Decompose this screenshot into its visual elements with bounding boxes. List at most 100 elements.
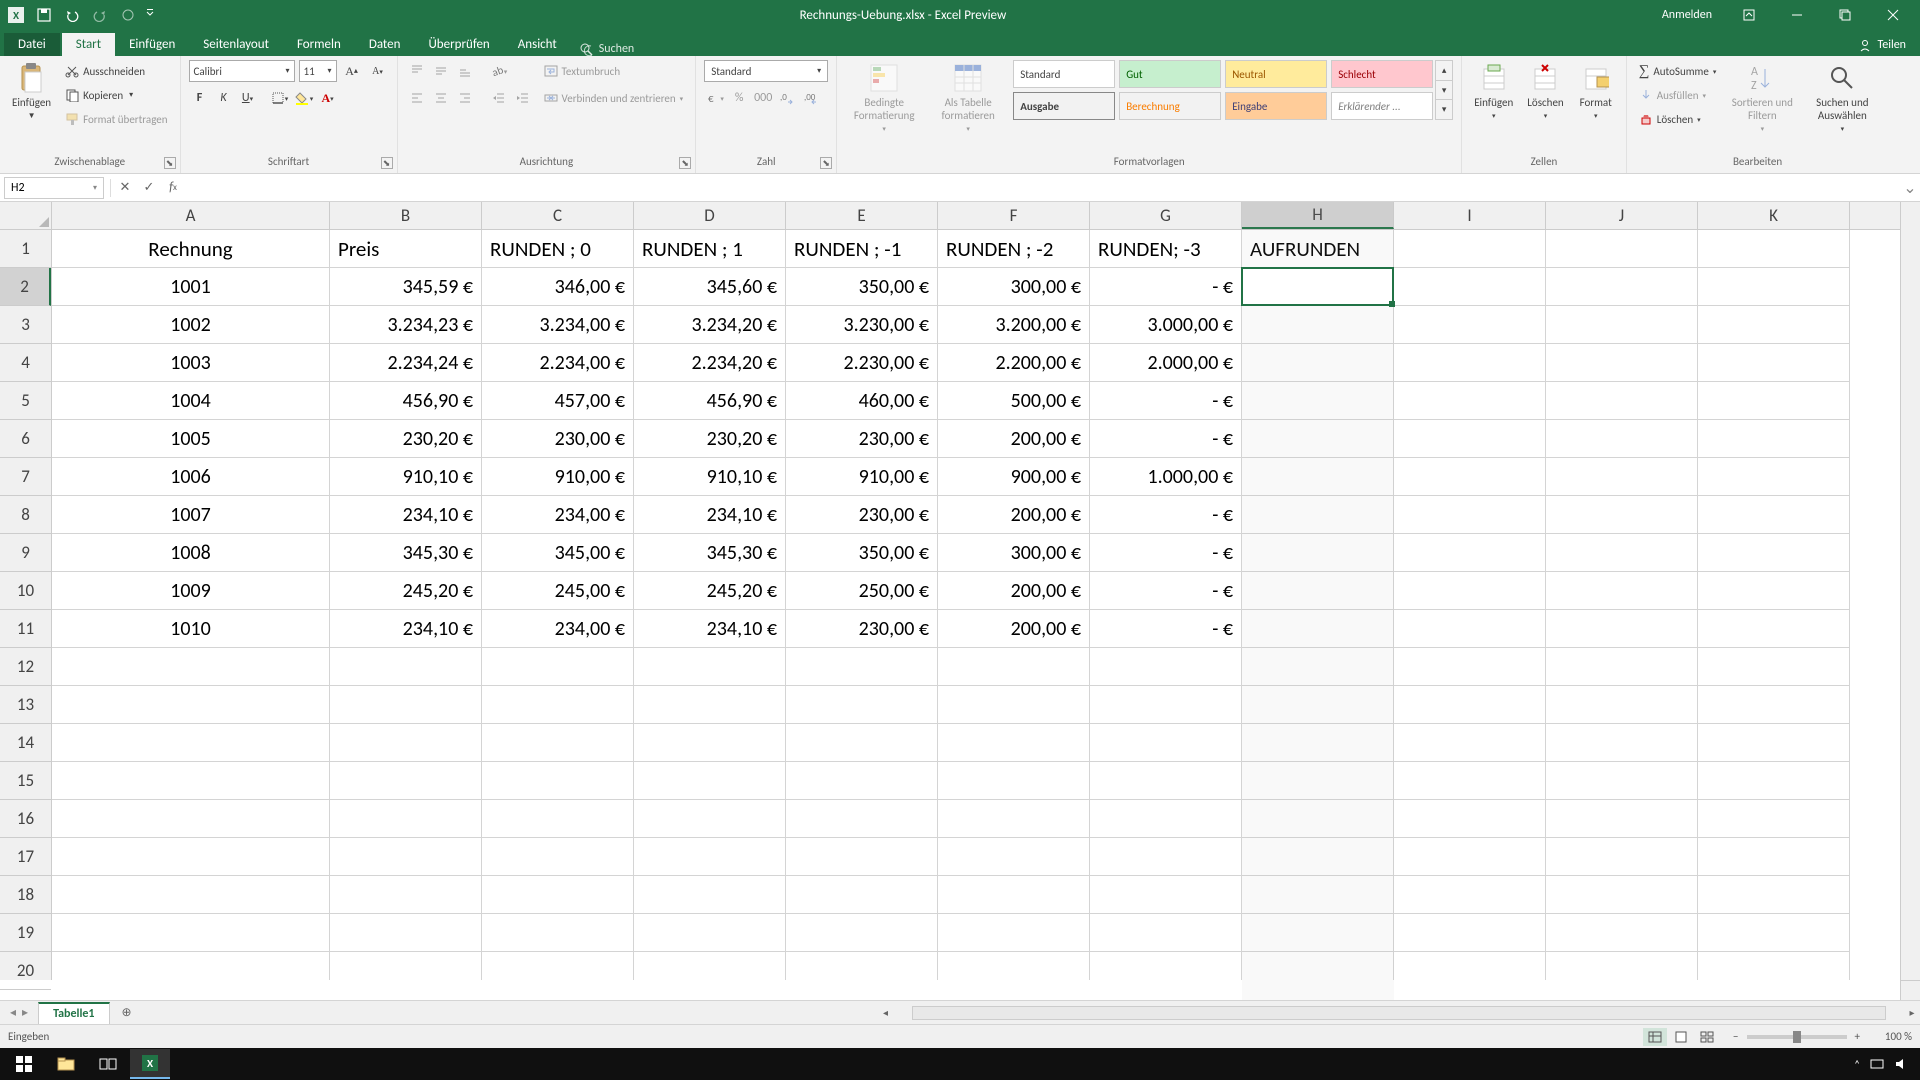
cell-J6[interactable] (1546, 420, 1698, 458)
cell-I9[interactable] (1394, 534, 1546, 572)
cell-I5[interactable] (1394, 382, 1546, 420)
cell-K8[interactable] (1698, 496, 1850, 534)
cell-F17[interactable] (938, 838, 1090, 876)
tab-einfuegen[interactable]: Einfügen (115, 33, 189, 56)
cell-C6[interactable]: 230,00 € (482, 420, 634, 458)
cell-J1[interactable] (1546, 230, 1698, 268)
font-color-icon[interactable]: A▾ (317, 87, 339, 109)
cell-G1[interactable]: RUNDEN; -3 (1090, 230, 1242, 268)
cell-C10[interactable]: 245,00 € (482, 572, 634, 610)
col-header-J[interactable]: J (1546, 202, 1698, 229)
style-erklarend[interactable]: Erklärender ... (1331, 92, 1433, 120)
cell-E17[interactable] (786, 838, 938, 876)
cell-D10[interactable]: 245,20 € (634, 572, 786, 610)
copy-button[interactable]: Kopieren▾ (61, 84, 171, 106)
cell-D7[interactable]: 910,10 € (634, 458, 786, 496)
cell-B2[interactable]: 345,59 € (330, 268, 482, 306)
cell-H14[interactable] (1242, 724, 1394, 762)
signin-link[interactable]: Anmelden (1650, 8, 1724, 22)
cell-B15[interactable] (330, 762, 482, 800)
cell-K4[interactable] (1698, 344, 1850, 382)
col-header-B[interactable]: B (330, 202, 482, 229)
cell-C18[interactable] (482, 876, 634, 914)
cell-G20[interactable] (1090, 952, 1242, 980)
cell-G14[interactable] (1090, 724, 1242, 762)
cell-F13[interactable] (938, 686, 1090, 724)
cell-E15[interactable] (786, 762, 938, 800)
cell-J11[interactable] (1546, 610, 1698, 648)
cell-F16[interactable] (938, 800, 1090, 838)
increase-indent-icon[interactable] (512, 87, 534, 109)
cell-E11[interactable]: 230,00 € (786, 610, 938, 648)
cell-H2[interactable] (1242, 268, 1394, 306)
cell-K20[interactable] (1698, 952, 1850, 980)
view-page-break-icon[interactable] (1695, 1028, 1719, 1046)
format-as-table-button[interactable]: Als Tabelle formatieren▾ (929, 60, 1007, 135)
cell-G17[interactable] (1090, 838, 1242, 876)
row-header-18[interactable]: 18 (0, 876, 51, 914)
cell-C8[interactable]: 234,00 € (482, 496, 634, 534)
cell-B9[interactable]: 345,30 € (330, 534, 482, 572)
task-view-icon[interactable] (88, 1049, 128, 1079)
cell-C1[interactable]: RUNDEN ; 0 (482, 230, 634, 268)
increase-decimal-icon[interactable]: ,0 (776, 87, 798, 109)
decrease-font-icon[interactable]: A▾ (367, 60, 389, 82)
cell-G10[interactable]: - € (1090, 572, 1242, 610)
sheet-tab-1[interactable]: Tabelle1 (38, 1002, 109, 1024)
tray-up-icon[interactable]: ˄ (1854, 1058, 1860, 1071)
cell-C5[interactable]: 457,00 € (482, 382, 634, 420)
expand-formula-bar-icon[interactable]: ⌄ (1900, 178, 1920, 198)
cell-B19[interactable] (330, 914, 482, 952)
vertical-scrollbar[interactable] (1900, 202, 1920, 980)
cell-A16[interactable] (52, 800, 330, 838)
cell-H6[interactable] (1242, 420, 1394, 458)
tab-ueberpruefen[interactable]: Überprüfen (414, 33, 503, 56)
merge-center-button[interactable]: Verbinden und zentrieren▾ (540, 87, 688, 109)
view-page-layout-icon[interactable] (1669, 1028, 1693, 1046)
col-header-G[interactable]: G (1090, 202, 1242, 229)
cell-F9[interactable]: 300,00 € (938, 534, 1090, 572)
cell-B20[interactable] (330, 952, 482, 980)
format-painter-button[interactable]: Format übertragen (61, 108, 171, 130)
cell-D19[interactable] (634, 914, 786, 952)
style-ausgabe[interactable]: Ausgabe (1013, 92, 1115, 120)
row-header-10[interactable]: 10 (0, 572, 51, 610)
cell-D16[interactable] (634, 800, 786, 838)
view-normal-icon[interactable] (1643, 1028, 1667, 1046)
underline-icon[interactable]: U▾ (237, 87, 259, 109)
row-header-15[interactable]: 15 (0, 762, 51, 800)
cell-K11[interactable] (1698, 610, 1850, 648)
row-header-11[interactable]: 11 (0, 610, 51, 648)
cell-I3[interactable] (1394, 306, 1546, 344)
cell-A17[interactable] (52, 838, 330, 876)
enter-formula-icon[interactable]: ✓ (137, 177, 161, 199)
cell-K19[interactable] (1698, 914, 1850, 952)
styles-scroll[interactable]: ▴▾▾ (1435, 60, 1453, 120)
cell-K12[interactable] (1698, 648, 1850, 686)
cell-F15[interactable] (938, 762, 1090, 800)
close-icon[interactable] (1870, 0, 1916, 30)
cell-G11[interactable]: - € (1090, 610, 1242, 648)
qat-customize-icon[interactable] (144, 3, 156, 27)
cell-K14[interactable] (1698, 724, 1850, 762)
cell-C7[interactable]: 910,00 € (482, 458, 634, 496)
cell-K10[interactable] (1698, 572, 1850, 610)
row-header-1[interactable]: 1 (0, 230, 51, 268)
cell-G9[interactable]: - € (1090, 534, 1242, 572)
cell-G19[interactable] (1090, 914, 1242, 952)
cell-J4[interactable] (1546, 344, 1698, 382)
tell-me-search[interactable]: Suchen (579, 42, 634, 56)
cell-E8[interactable]: 230,00 € (786, 496, 938, 534)
cell-J14[interactable] (1546, 724, 1698, 762)
cell-J7[interactable] (1546, 458, 1698, 496)
cell-K18[interactable] (1698, 876, 1850, 914)
cell-I12[interactable] (1394, 648, 1546, 686)
cell-B12[interactable] (330, 648, 482, 686)
row-header-6[interactable]: 6 (0, 420, 51, 458)
align-left-icon[interactable] (406, 87, 428, 109)
cell-C14[interactable] (482, 724, 634, 762)
row-header-2[interactable]: 2 (0, 268, 51, 306)
cell-G4[interactable]: 2.000,00 € (1090, 344, 1242, 382)
cell-G7[interactable]: 1.000,00 € (1090, 458, 1242, 496)
cell-I1[interactable] (1394, 230, 1546, 268)
